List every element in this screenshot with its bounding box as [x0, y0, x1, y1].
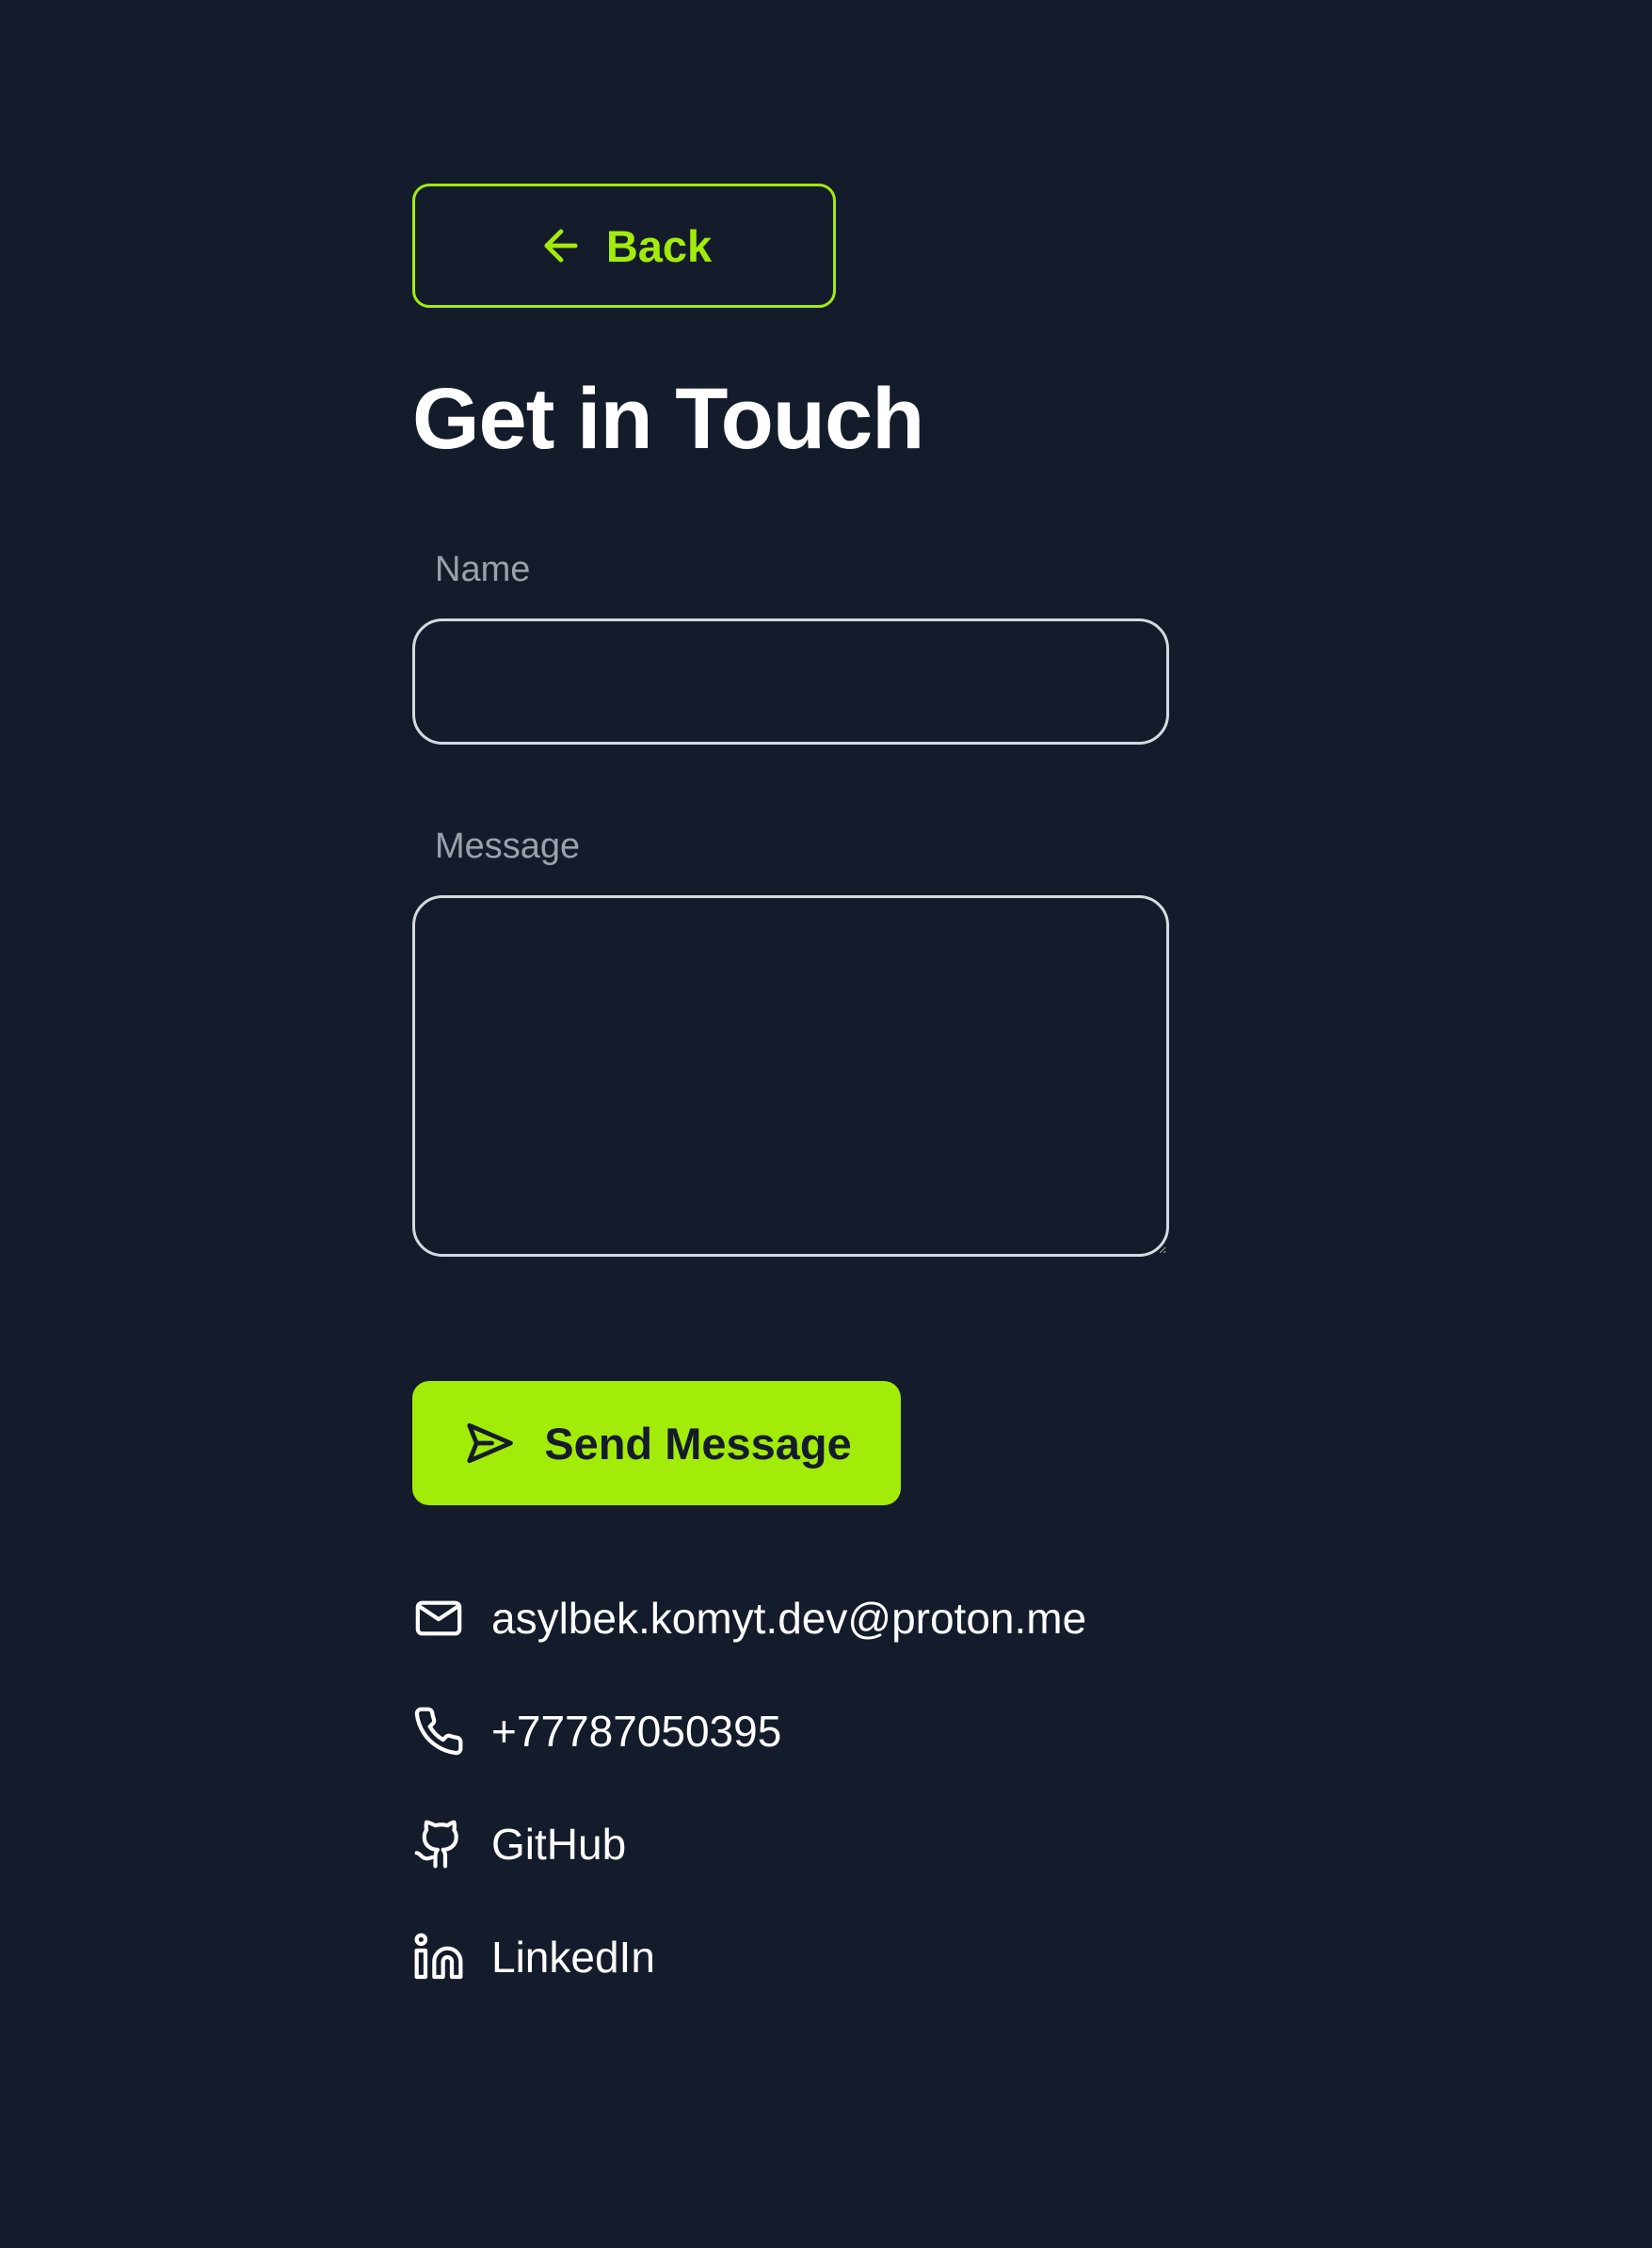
page-title: Get in Touch	[412, 371, 924, 467]
message-label: Message	[435, 827, 581, 866]
github-link[interactable]: GitHub	[491, 1819, 626, 1870]
send-icon	[467, 1422, 514, 1464]
contact-phone[interactable]: +77787050395	[412, 1703, 1169, 1759]
mail-icon	[415, 1600, 462, 1636]
contact-page: Back Get in Touch Name Message Send Mess…	[412, 184, 1169, 2042]
linkedin-link[interactable]: LinkedIn	[491, 1932, 655, 1983]
name-input[interactable]	[412, 618, 1169, 745]
email-link[interactable]: asylbek.komyt.dev@proton.me	[491, 1593, 1086, 1644]
send-button-label: Send Message	[544, 1418, 852, 1469]
back-button-label: Back	[605, 220, 713, 271]
message-textarea[interactable]	[412, 895, 1169, 1257]
back-button[interactable]: Back	[412, 184, 836, 308]
name-label: Name	[435, 550, 531, 589]
contact-github[interactable]: GitHub	[412, 1816, 1169, 1872]
phone-icon	[414, 1707, 463, 1756]
github-icon	[414, 1820, 458, 1869]
contact-linkedin[interactable]: LinkedIn	[412, 1929, 1169, 1985]
send-message-button[interactable]: Send Message	[412, 1381, 901, 1505]
phone-link[interactable]: +77787050395	[491, 1706, 781, 1757]
arrow-left-icon	[544, 229, 578, 263]
contact-email[interactable]: asylbek.komyt.dev@proton.me	[412, 1590, 1169, 1646]
contact-list: asylbek.komyt.dev@proton.me +77787050395…	[412, 1590, 1169, 1985]
linkedin-icon	[414, 1933, 463, 1980]
